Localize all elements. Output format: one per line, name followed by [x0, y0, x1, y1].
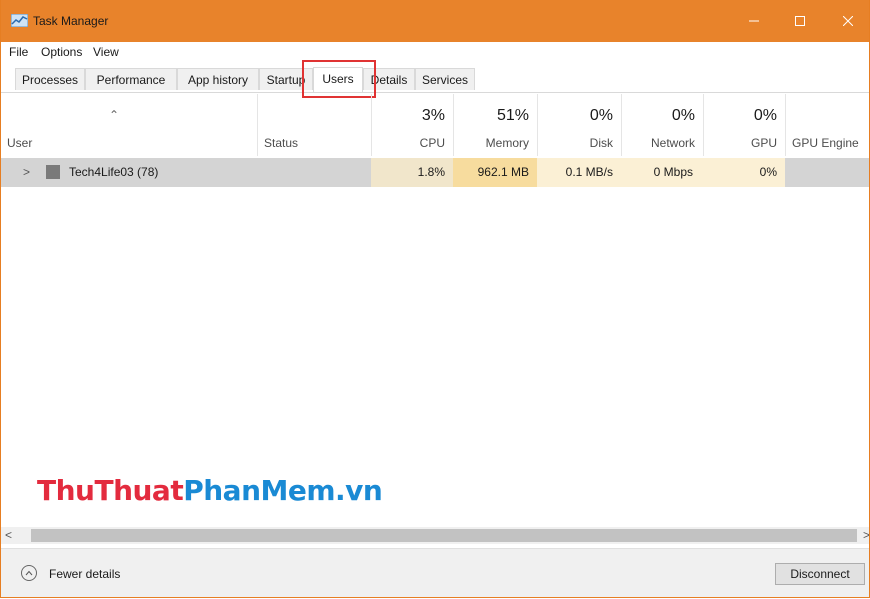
horizontal-scrollbar[interactable]: < >: [1, 527, 869, 544]
task-manager-window: Task Manager File Options View Processes…: [0, 0, 870, 598]
tab-services[interactable]: Services: [415, 68, 475, 90]
scroll-left-icon[interactable]: <: [5, 527, 12, 544]
status-cell: [257, 158, 371, 187]
watermark-part2: PhanMem.vn: [183, 474, 383, 507]
cpu-cell: 1.8%: [371, 158, 453, 187]
close-icon: [843, 16, 853, 26]
task-manager-icon: [11, 14, 28, 27]
memory-cell: 962.1 MB: [453, 158, 537, 187]
column-gpu-engine[interactable]: GPU Engine: [785, 94, 869, 156]
maximize-icon: [795, 16, 805, 26]
scroll-thumb[interactable]: [31, 529, 857, 542]
caret-up-icon: ⌃: [109, 108, 120, 122]
network-total: 0%: [671, 107, 695, 124]
scroll-right-icon[interactable]: >: [863, 527, 869, 544]
column-headers: ⌃ User Status 3% CPU 51% Memory 0% Disk …: [1, 94, 869, 156]
gpu-engine-cell: [785, 158, 869, 187]
disk-total: 0%: [589, 107, 613, 124]
fewer-details-link[interactable]: Fewer details: [49, 567, 120, 581]
gpu-cell: 0%: [703, 158, 785, 187]
footer-bar: Fewer details Disconnect: [1, 548, 869, 597]
watermark-part1: ThuThuat: [37, 474, 184, 507]
minimize-button[interactable]: [731, 0, 777, 42]
disconnect-button[interactable]: Disconnect: [775, 563, 865, 585]
window-title: Task Manager: [33, 14, 109, 28]
watermark-logo: ThuThuatPhanMem.vn: [37, 474, 383, 507]
menu-bar: File Options View: [1, 42, 869, 62]
menu-file[interactable]: File: [9, 45, 28, 59]
column-gpu-engine-label: GPU Engine: [792, 136, 859, 150]
column-disk-label: Disk: [589, 136, 613, 150]
column-gpu[interactable]: 0% GPU: [703, 94, 785, 156]
menu-options[interactable]: Options: [41, 45, 82, 59]
menu-view[interactable]: View: [93, 45, 119, 59]
minimize-icon: [749, 20, 759, 22]
table-row[interactable]: > Tech4Life03 (78) 1.8% 962.1 MB 0.1 MB/…: [1, 158, 869, 187]
user-icon: [46, 165, 60, 179]
highlight-box: [302, 60, 376, 98]
column-gpu-label: GPU: [750, 136, 777, 150]
column-status-label: Status: [264, 136, 299, 150]
cpu-total: 3%: [421, 107, 445, 124]
column-status[interactable]: Status: [257, 94, 371, 156]
column-network-label: Network: [650, 136, 695, 150]
user-name: Tech4Life03 (78): [69, 165, 159, 179]
column-memory-label: Memory: [485, 136, 529, 150]
column-disk[interactable]: 0% Disk: [537, 94, 621, 156]
memory-total: 51%: [496, 107, 529, 124]
tab-strip: Processes Performance App history Startu…: [1, 67, 869, 93]
chevron-up-circle-icon[interactable]: [21, 565, 37, 581]
chevron-right-icon[interactable]: >: [23, 158, 30, 187]
column-user[interactable]: ⌃ User: [1, 94, 257, 156]
tab-app-history[interactable]: App history: [177, 68, 259, 90]
column-memory[interactable]: 51% Memory: [453, 94, 537, 156]
tab-processes[interactable]: Processes: [15, 68, 85, 90]
network-cell: 0 Mbps: [621, 158, 703, 187]
column-user-label: User: [7, 136, 33, 150]
column-cpu-label: CPU: [419, 136, 445, 150]
gpu-total: 0%: [753, 107, 777, 124]
disk-cell: 0.1 MB/s: [537, 158, 621, 187]
title-bar[interactable]: Task Manager: [1, 0, 869, 42]
column-network[interactable]: 0% Network: [621, 94, 703, 156]
close-button[interactable]: [825, 0, 869, 42]
column-cpu[interactable]: 3% CPU: [371, 94, 453, 156]
tab-performance[interactable]: Performance: [85, 68, 177, 90]
maximize-button[interactable]: [777, 0, 823, 42]
